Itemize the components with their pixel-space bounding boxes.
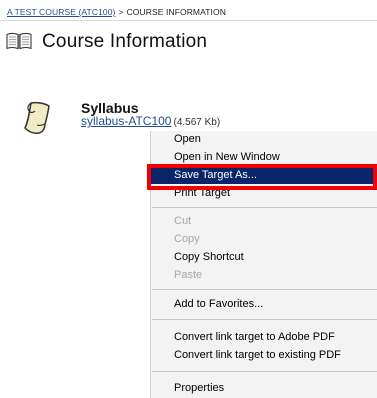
menu-item-save-target-as[interactable]: Save Target As...: [151, 167, 377, 184]
menu-separator: [152, 319, 377, 320]
item-link-row: syllabus-ATC100 (4.567 Kb): [81, 114, 220, 128]
document-scroll-icon: [24, 101, 50, 134]
breadcrumb-current: COURSE INFORMATION: [126, 7, 226, 17]
menu-item-properties[interactable]: Properties: [151, 380, 377, 397]
breadcrumb-course-link[interactable]: A TEST COURSE (ATC100): [7, 7, 115, 17]
menu-item-open-new-window[interactable]: Open in New Window: [151, 149, 377, 166]
menu-item-copy-shortcut[interactable]: Copy Shortcut: [151, 249, 377, 266]
book-icon: [6, 32, 32, 50]
menu-item-print-target[interactable]: Print Target: [151, 185, 377, 202]
menu-separator: [152, 289, 377, 290]
menu-separator: [152, 207, 377, 208]
menu-item-cut: Cut: [174, 215, 192, 227]
menu-separator: [152, 371, 377, 372]
context-menu[interactable]: Open Open in New Window Save Target As..…: [150, 131, 377, 398]
syllabus-file-link[interactable]: syllabus-ATC100: [81, 114, 171, 128]
menu-item-convert-existing-pdf[interactable]: Convert link target to existing PDF: [151, 347, 377, 364]
page-title: Course Information: [42, 30, 208, 52]
menu-item-add-to-favorites[interactable]: Add to Favorites...: [151, 296, 377, 313]
breadcrumb: A TEST COURSE (ATC100) > COURSE INFORMATIO…: [7, 7, 226, 17]
breadcrumb-separator: >: [118, 7, 124, 17]
menu-item-copy: Copy: [174, 233, 200, 245]
page-title-row: Course Information: [6, 31, 207, 51]
menu-item-paste: Paste: [174, 269, 203, 281]
title-divider: [0, 20, 377, 21]
menu-item-open[interactable]: Open: [151, 131, 377, 148]
menu-item-convert-adobe-pdf[interactable]: Convert link target to Adobe PDF: [151, 329, 377, 346]
file-size-label: (4.567 Kb): [173, 117, 221, 128]
